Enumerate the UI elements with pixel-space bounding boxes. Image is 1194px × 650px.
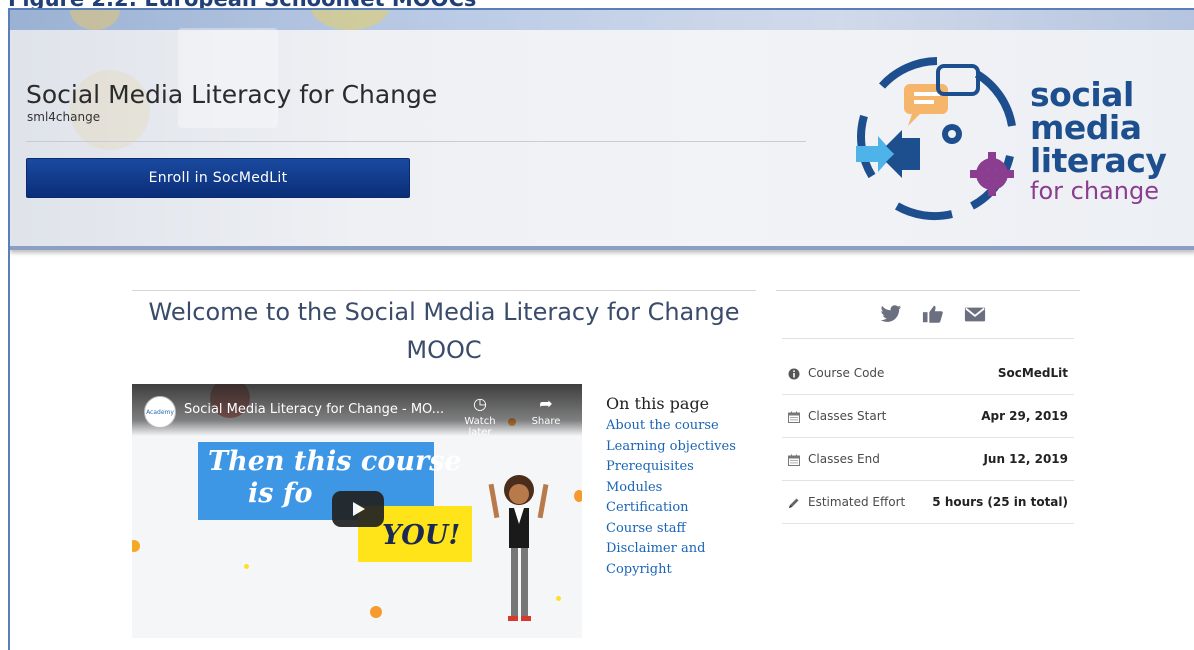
video-decoration [556, 596, 561, 601]
classes-end-row: Classes End Jun 12, 2019 [782, 438, 1074, 481]
email-icon[interactable] [964, 304, 986, 324]
video-title[interactable]: Social Media Literacy for Change - MO... [184, 402, 452, 417]
calendar-icon [788, 411, 800, 423]
video-decoration [574, 490, 582, 502]
play-button[interactable] [332, 491, 384, 527]
sidebar-divider [782, 338, 1074, 339]
classes-end-value: Jun 12, 2019 [983, 452, 1068, 466]
video-decoration [370, 606, 382, 618]
link-prerequisites[interactable]: Prerequisites [606, 457, 756, 478]
course-title: Social Media Literacy for Change [26, 80, 438, 109]
enroll-button[interactable]: Enroll in SocMedLit [26, 158, 410, 198]
logo-text-for-change: for change [1030, 177, 1159, 205]
link-certification[interactable]: Certification [606, 498, 756, 519]
share-label: Share [531, 416, 561, 427]
play-icon [353, 502, 365, 516]
twitter-icon[interactable] [880, 304, 902, 324]
course-org: sml4change [27, 110, 101, 124]
video-text-line3: YOU! [382, 520, 461, 551]
classes-end-label: Classes End [808, 452, 880, 466]
watch-later-button[interactable]: ◷ Watch later [452, 394, 508, 438]
link-copyright[interactable]: Copyright [606, 560, 756, 581]
hero-background-strip [10, 10, 1194, 30]
logo-text-media: media [1030, 108, 1142, 147]
clock-icon: ◷ [473, 394, 487, 413]
classes-start-label: Classes Start [808, 409, 887, 423]
estimated-effort-label: Estimated Effort [808, 495, 906, 509]
on-this-page-title: On this page [606, 394, 710, 413]
classes-start-value: Apr 29, 2019 [981, 409, 1068, 423]
link-disclaimer-and[interactable]: Disclaimer and [606, 539, 756, 560]
content-divider [132, 290, 756, 291]
course-intro-video[interactable]: Then this course is fo YOU! Academy Soci… [132, 384, 582, 638]
share-arrow-icon: ➦ [539, 394, 553, 413]
watch-later-label: Watch later [464, 416, 496, 438]
video-text-line2: is fo [248, 478, 313, 509]
logo-text-social: social [1030, 75, 1134, 114]
estimated-effort-value: 5 hours (25 in total) [932, 495, 1068, 509]
like-icon[interactable] [922, 304, 944, 324]
link-course-staff[interactable]: Course staff [606, 519, 756, 540]
course-code-value: SocMedLit [997, 366, 1068, 380]
logo-graphic-icon [856, 57, 1016, 220]
video-decoration [244, 564, 249, 569]
pencil-icon [789, 498, 799, 508]
link-about-the-course[interactable]: About the course [606, 416, 756, 437]
video-decoration [132, 540, 140, 552]
link-learning-objectives[interactable]: Learning objectives [606, 437, 756, 458]
share-video-button[interactable]: ➦ Share [518, 394, 574, 427]
course-code-label: Course Code [808, 366, 885, 380]
hero-divider [26, 141, 806, 142]
estimated-effort-row: Estimated Effort 5 hours (25 in total) [782, 481, 1074, 524]
calendar-icon [788, 454, 800, 466]
video-text-line1: Then this course [208, 446, 462, 477]
classes-start-row: Classes Start Apr 29, 2019 [782, 395, 1074, 438]
browser-page: Social Media Literacy for Change sml4cha… [8, 8, 1194, 650]
course-logo: social media literacy for change [842, 46, 1182, 226]
course-code-row: Course Code SocMedLit [782, 352, 1074, 395]
logo-text-literacy: literacy [1030, 141, 1167, 180]
info-icon [788, 368, 800, 380]
logo-wordmark: social media literacy for change [1030, 75, 1167, 205]
channel-avatar[interactable]: Academy [144, 396, 176, 428]
course-hero-banner: Social Media Literacy for Change sml4cha… [10, 10, 1194, 250]
share-row [776, 290, 1080, 338]
link-modules[interactable]: Modules [606, 478, 756, 499]
on-this-page-nav: On this page About the course Learning o… [606, 394, 756, 580]
hero-decoration [178, 28, 278, 128]
welcome-heading: Welcome to the Social Media Literacy for… [148, 298, 740, 364]
cartoon-character [488, 475, 549, 621]
